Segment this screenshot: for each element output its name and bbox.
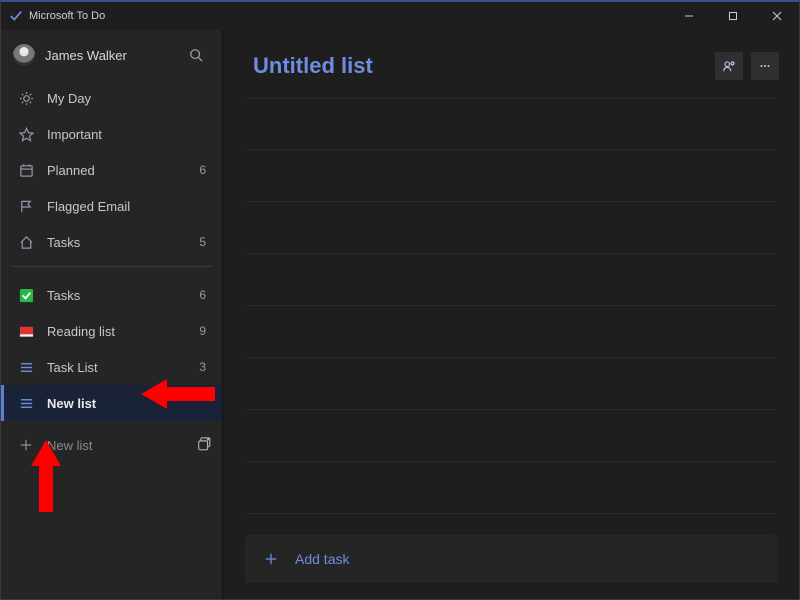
- sidebar-item-count: 9: [199, 324, 206, 338]
- app-window: Microsoft To Do James Walker: [0, 0, 800, 600]
- sidebar-item-reading[interactable]: Reading list 9: [1, 313, 222, 349]
- more-options-button[interactable]: [751, 52, 779, 80]
- star-icon: [15, 127, 37, 142]
- sun-icon: [15, 91, 37, 106]
- sidebar-item-label: Tasks: [47, 288, 199, 303]
- sidebar-item-label: Tasks: [47, 235, 199, 250]
- close-button[interactable]: [755, 2, 799, 30]
- sidebar-item-newlist[interactable]: New list: [1, 385, 222, 421]
- task-slot: [245, 358, 777, 410]
- sidebar-item-count: 5: [199, 235, 206, 249]
- home-icon: [15, 235, 37, 250]
- sidebar-item-label: New list: [47, 396, 206, 411]
- header-actions: [715, 52, 779, 80]
- user-row[interactable]: James Walker: [1, 30, 222, 76]
- sidebar-item-label: Planned: [47, 163, 199, 178]
- flag-icon: [15, 199, 37, 214]
- add-task-label: Add task: [295, 551, 349, 567]
- square-red-icon: [15, 324, 37, 339]
- list-icon: [15, 396, 37, 411]
- app-title: Microsoft To Do: [29, 10, 105, 22]
- main-pane: Untitled list: [223, 30, 799, 599]
- sidebar-item-tasks-list[interactable]: Tasks 6: [1, 277, 222, 313]
- checkbox-green-icon: [15, 288, 37, 303]
- task-slot: [245, 410, 777, 462]
- smart-lists: My Day Important Planned 6: [1, 76, 222, 260]
- task-slot: [245, 462, 777, 514]
- task-slot: [245, 98, 777, 150]
- share-button[interactable]: [715, 52, 743, 80]
- titlebar: Microsoft To Do: [1, 2, 799, 30]
- sidebar-item-important[interactable]: Important: [1, 116, 222, 152]
- new-list-row[interactable]: New list: [1, 425, 222, 465]
- sidebar-item-count: 6: [199, 288, 206, 302]
- plus-icon: [15, 438, 37, 452]
- task-slot: [245, 254, 777, 306]
- task-area: [223, 92, 799, 535]
- minimize-button[interactable]: [667, 2, 711, 30]
- sidebar-item-label: Important: [47, 127, 206, 142]
- sidebar-item-flagged[interactable]: Flagged Email: [1, 188, 222, 224]
- task-slot: [245, 150, 777, 202]
- empty-task-slots: [245, 92, 777, 535]
- sidebar-item-label: Task List: [47, 360, 199, 375]
- window-controls: [667, 2, 799, 30]
- sidebar-item-label: My Day: [47, 91, 206, 106]
- new-list-label: New list: [47, 438, 196, 453]
- sidebar-item-tasklist[interactable]: Task List 3: [1, 349, 222, 385]
- list-title[interactable]: Untitled list: [253, 53, 373, 79]
- sidebar-divider: [11, 266, 212, 267]
- sidebar-item-tasks[interactable]: Tasks 5: [1, 224, 222, 260]
- avatar: [13, 44, 35, 66]
- user-name: James Walker: [45, 48, 184, 63]
- calendar-icon: [15, 163, 37, 178]
- sidebar-item-count: 6: [199, 163, 206, 177]
- user-lists: Tasks 6 Reading list 9 Task List 3: [1, 273, 222, 421]
- sidebar-item-label: Flagged Email: [47, 199, 206, 214]
- maximize-button[interactable]: [711, 2, 755, 30]
- sidebar-item-label: Reading list: [47, 324, 199, 339]
- list-header: Untitled list: [223, 30, 799, 92]
- new-group-icon[interactable]: [196, 436, 212, 455]
- add-task-input[interactable]: Add task: [245, 535, 777, 583]
- sidebar-item-planned[interactable]: Planned 6: [1, 152, 222, 188]
- task-slot: [245, 202, 777, 254]
- sidebar-item-myday[interactable]: My Day: [1, 80, 222, 116]
- search-icon[interactable]: [184, 48, 208, 62]
- list-icon: [15, 360, 37, 375]
- app-icon: [9, 9, 23, 23]
- plus-icon: [261, 552, 281, 566]
- task-slot: [245, 306, 777, 358]
- sidebar-item-count: 3: [199, 360, 206, 374]
- sidebar: James Walker My Day Importan: [1, 30, 223, 599]
